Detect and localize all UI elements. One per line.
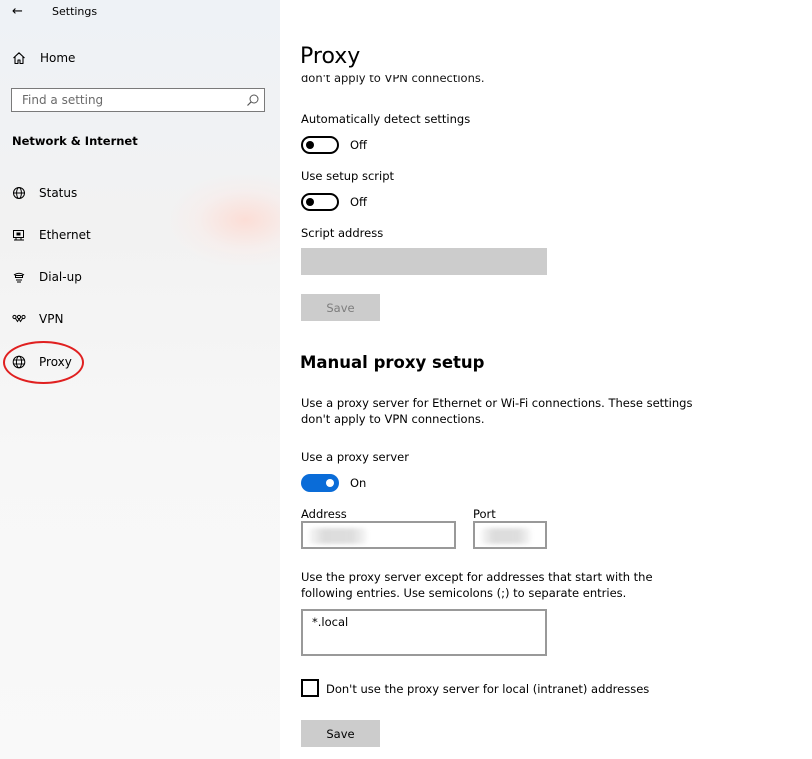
- search-box[interactable]: [11, 88, 265, 112]
- sidebar-item-label: Dial-up: [39, 270, 82, 284]
- main-content: Proxy don't apply to VPN connections. Au…: [280, 0, 812, 759]
- home-nav-item[interactable]: Home: [12, 51, 75, 65]
- address-label: Address: [301, 507, 347, 521]
- toggle-knob: [326, 479, 334, 487]
- exceptions-textarea[interactable]: *.local: [301, 609, 547, 656]
- use-proxy-label: Use a proxy server: [301, 450, 409, 464]
- setup-script-state: Off: [350, 195, 367, 209]
- title-bar: ← Settings: [12, 3, 97, 19]
- use-proxy-toggle[interactable]: [301, 474, 339, 492]
- globe-status-icon: [13, 187, 25, 199]
- annotation-circle: [3, 341, 84, 384]
- page-title: Proxy: [300, 44, 361, 69]
- auto-detect-state: Off: [350, 138, 367, 152]
- home-label: Home: [40, 51, 76, 65]
- toggle-knob: [306, 198, 314, 206]
- sidebar-item-status[interactable]: Status: [12, 183, 77, 203]
- port-input[interactable]: [473, 521, 547, 549]
- local-bypass-label: Don't use the proxy server for local (in…: [326, 682, 650, 696]
- auto-detect-label: Automatically detect settings: [301, 112, 471, 126]
- port-label: Port: [473, 507, 496, 521]
- setup-script-label: Use setup script: [301, 169, 395, 183]
- search-input[interactable]: [12, 89, 242, 111]
- toggle-knob: [306, 141, 314, 149]
- auto-detect-toggle[interactable]: [301, 136, 339, 154]
- sidebar-item-label: VPN: [39, 312, 64, 326]
- sidebar: ← Settings Home Network & Internet Statu…: [0, 0, 280, 759]
- vpn-icon: [12, 314, 26, 323]
- exceptions-description: Use the proxy server except for addresse…: [301, 570, 653, 600]
- sidebar-item-label: Status: [39, 186, 78, 200]
- cut-text-line: don't apply to VPN connections.: [301, 75, 485, 85]
- setup-script-toggle[interactable]: [301, 193, 339, 211]
- dialup-icon: [13, 272, 25, 283]
- back-arrow-icon[interactable]: ←: [12, 4, 32, 19]
- auto-save-button: Save: [301, 294, 380, 321]
- sidebar-item-label: Ethernet: [39, 228, 91, 242]
- script-address-label: Script address: [301, 226, 384, 240]
- local-bypass-checkbox[interactable]: [301, 679, 319, 697]
- redacted-value: [481, 528, 531, 544]
- sidebar-item-vpn[interactable]: VPN: [12, 309, 63, 329]
- use-proxy-state: On: [350, 476, 367, 490]
- manual-setup-description: Use a proxy server for Ethernet or Wi-Fi…: [301, 396, 693, 426]
- manual-save-button[interactable]: Save: [301, 720, 380, 747]
- ethernet-icon: [13, 230, 24, 241]
- script-address-field: [301, 248, 547, 275]
- search-icon[interactable]: [246, 93, 260, 107]
- address-input[interactable]: [301, 521, 456, 549]
- background-glow: [170, 175, 280, 265]
- sidebar-item-ethernet[interactable]: Ethernet: [12, 225, 91, 245]
- scrolled-cut-text: don't apply to VPN connections.: [301, 75, 485, 86]
- window-title: Settings: [52, 4, 98, 18]
- manual-setup-heading: Manual proxy setup: [300, 353, 485, 372]
- redacted-value: [309, 528, 367, 544]
- home-icon: [13, 52, 25, 65]
- sidebar-section-title: Network & Internet: [12, 134, 138, 148]
- sidebar-item-dialup[interactable]: Dial-up: [12, 267, 82, 287]
